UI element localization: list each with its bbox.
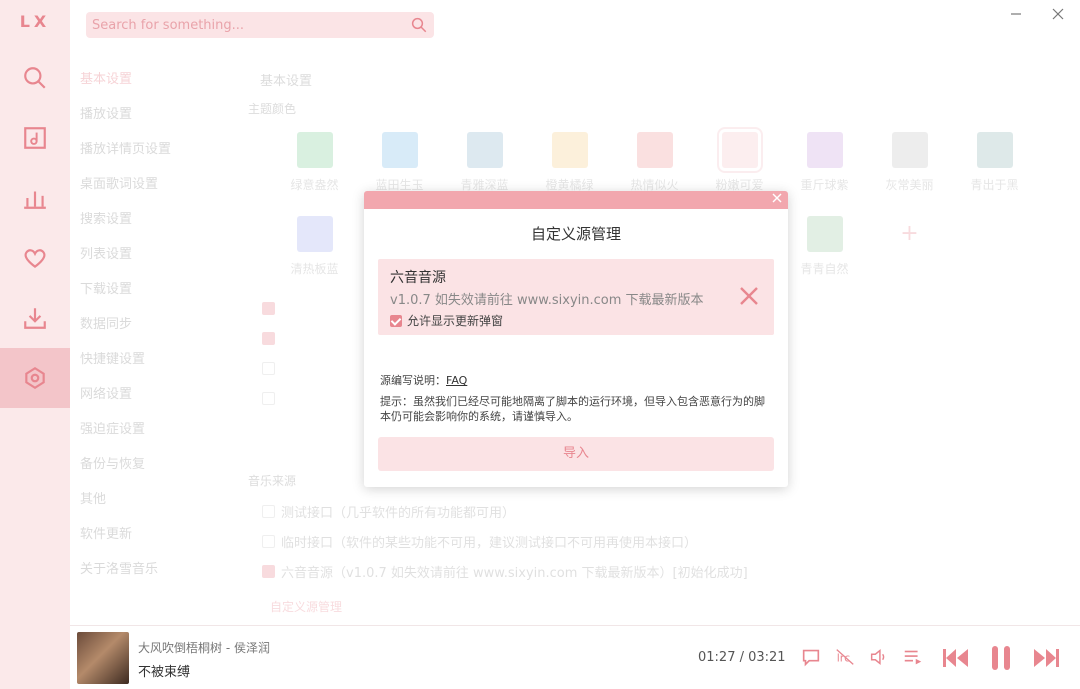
allow-update-popup-checkbox[interactable]: 允许显示更新弹窗 bbox=[390, 312, 762, 329]
nav-songlist[interactable] bbox=[0, 108, 70, 168]
close-icon bbox=[1052, 8, 1064, 20]
help-text: 源编写说明：FAQ 提示：虽然我们已经尽可能地隔离了脚本的运行环境，但导入包含恶… bbox=[380, 373, 774, 424]
source-item: 六音音源 v1.0.7 如失效请前往 www.sixyin.com 下载最新版本… bbox=[378, 259, 774, 335]
close-icon bbox=[772, 193, 782, 203]
app-sidebar: LX bbox=[0, 0, 70, 689]
album-cover[interactable] bbox=[77, 632, 129, 684]
faq-link[interactable]: FAQ bbox=[446, 374, 467, 387]
lyric-icon[interactable]: lrc bbox=[834, 646, 856, 668]
source-desc: v1.0.7 如失效请前往 www.sixyin.com 下载最新版本 bbox=[390, 293, 704, 308]
music-list-icon bbox=[24, 127, 46, 149]
dialog-close-button[interactable] bbox=[772, 191, 782, 209]
comment-icon[interactable] bbox=[800, 646, 822, 668]
nav-download[interactable] bbox=[0, 288, 70, 348]
source-name: 六音音源 bbox=[390, 270, 446, 286]
nav-search[interactable] bbox=[0, 48, 70, 108]
player-bar: 大风吹倒梧桐树 - 侯泽润 不被束缚 01:27 / 03:21 lrc bbox=[70, 625, 1080, 689]
close-window-button[interactable] bbox=[1048, 6, 1068, 26]
chart-icon bbox=[24, 191, 46, 209]
minimize-icon bbox=[1011, 13, 1021, 15]
next-track-icon[interactable] bbox=[1032, 646, 1060, 670]
dialog-title: 自定义源管理 bbox=[530, 225, 621, 243]
download-icon bbox=[24, 308, 46, 329]
nav-favorites[interactable] bbox=[0, 228, 70, 288]
current-lyric: 不被束缚 bbox=[138, 665, 191, 680]
search-icon bbox=[24, 67, 46, 89]
minimize-button[interactable] bbox=[1006, 6, 1026, 26]
song-title: 大风吹倒梧桐树 - 侯泽润 bbox=[138, 641, 270, 655]
checkbox-checked-icon bbox=[390, 314, 402, 327]
nav-settings[interactable] bbox=[0, 348, 70, 408]
search-input[interactable] bbox=[92, 15, 402, 35]
search-bar bbox=[86, 12, 434, 38]
search-icon[interactable] bbox=[410, 16, 428, 34]
previous-track-icon[interactable] bbox=[942, 646, 970, 670]
svg-text:lrc: lrc bbox=[837, 652, 850, 665]
playlist-icon[interactable] bbox=[902, 646, 924, 668]
play-time: 01:27 / 03:21 bbox=[698, 650, 786, 665]
custom-source-dialog: 自定义源管理 六音音源 v1.0.7 如失效请前往 www.sixyin.com… bbox=[364, 191, 788, 487]
heart-icon bbox=[24, 249, 46, 269]
pause-icon[interactable] bbox=[988, 645, 1014, 671]
nav-leaderboard[interactable] bbox=[0, 168, 70, 228]
dialog-header bbox=[364, 191, 788, 209]
import-button[interactable]: 导入 bbox=[378, 437, 774, 471]
settings-icon bbox=[25, 366, 45, 390]
warning-tip: 提示：虽然我们已经尽可能地隔离了脚本的运行环境，但导入包含恶意行为的脚本仍可能会… bbox=[380, 395, 765, 423]
remove-source-icon[interactable] bbox=[738, 285, 760, 307]
volume-icon[interactable] bbox=[868, 646, 890, 668]
app-logo: LX bbox=[19, 12, 51, 31]
